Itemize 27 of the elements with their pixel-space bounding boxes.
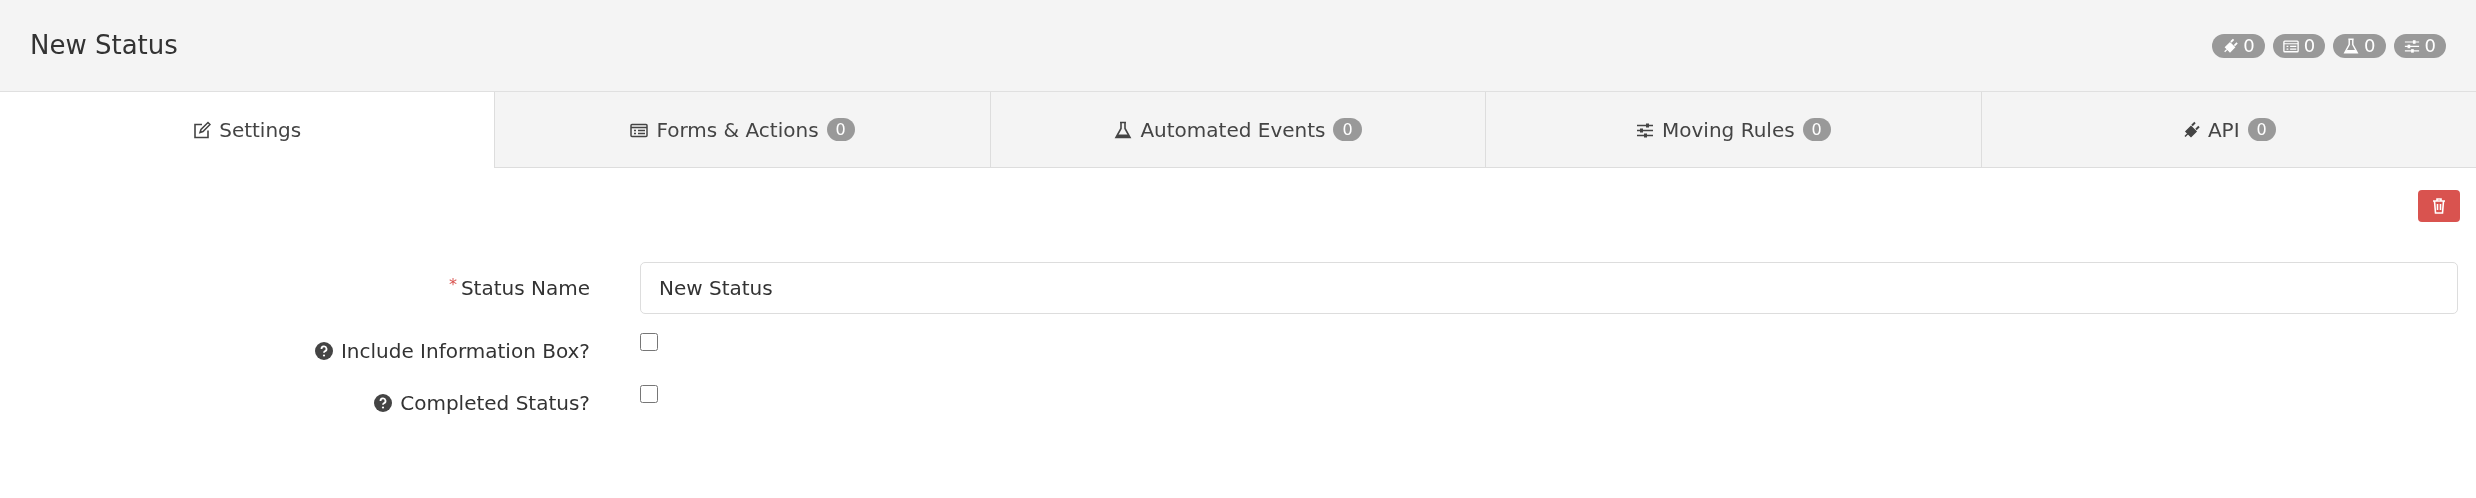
count-badge: 0 bbox=[826, 117, 855, 142]
page-title: New Status bbox=[30, 29, 178, 62]
required-mark: * bbox=[448, 274, 457, 296]
checkbox[interactable] bbox=[640, 333, 658, 351]
checkbox[interactable] bbox=[640, 385, 658, 403]
count-badge: 0 bbox=[2272, 33, 2326, 58]
plug-icon bbox=[2222, 37, 2239, 54]
flask-icon bbox=[2343, 37, 2360, 54]
flask-icon bbox=[1114, 120, 1133, 139]
list-icon bbox=[2282, 37, 2299, 54]
delete-button[interactable] bbox=[2418, 190, 2460, 222]
count-badge: 0 bbox=[2333, 33, 2386, 58]
field-label: Include Information Box? bbox=[340, 338, 590, 365]
count-badge: 0 bbox=[2247, 117, 2276, 142]
count-badge: 0 bbox=[1802, 117, 1831, 142]
count-badge: 0 bbox=[2212, 33, 2265, 58]
field-label: Status Name bbox=[460, 275, 590, 302]
field-label: Completed Status? bbox=[400, 390, 590, 417]
help-icon[interactable] bbox=[314, 342, 333, 360]
count-badge: 0 bbox=[1333, 117, 1362, 142]
help-icon[interactable] bbox=[374, 394, 393, 412]
count-badge: 0 bbox=[2393, 33, 2446, 58]
trash-icon bbox=[2432, 198, 2446, 214]
sliders-icon bbox=[2403, 37, 2420, 54]
input-field[interactable]: New Status bbox=[640, 262, 2458, 314]
edit-icon bbox=[193, 120, 212, 139]
tab[interactable]: Settings bbox=[0, 92, 495, 168]
